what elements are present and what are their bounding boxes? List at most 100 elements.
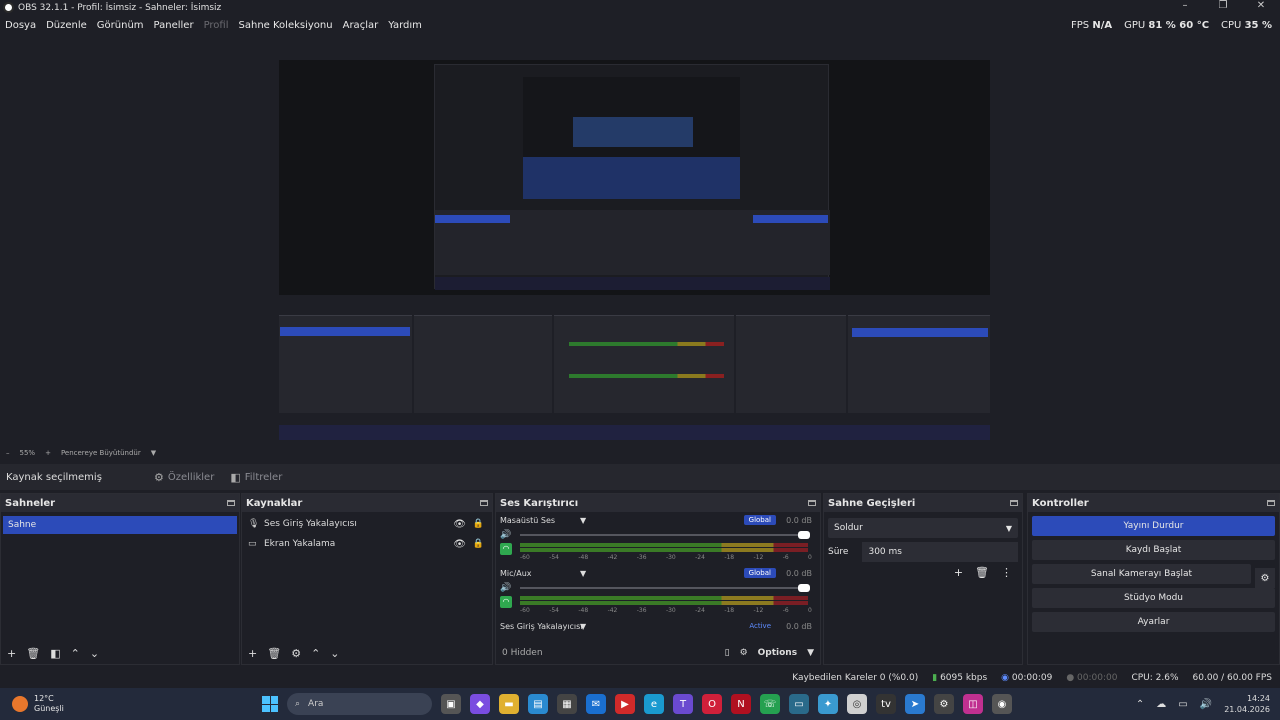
- volume-knob[interactable]: [798, 584, 810, 592]
- move-up-icon[interactable]: ⌃: [71, 647, 80, 660]
- filters-button[interactable]: ◧ Filtreler: [222, 467, 290, 487]
- file-explorer-icon[interactable]: ▬: [499, 694, 519, 714]
- terminal-icon[interactable]: ▭: [789, 694, 809, 714]
- edge-icon[interactable]: e: [644, 694, 664, 714]
- onedrive-icon[interactable]: ☁: [1156, 699, 1166, 710]
- zoom-dropdown-icon[interactable]: ▼: [151, 449, 156, 457]
- settings-button[interactable]: Ayarlar: [1032, 612, 1275, 632]
- zoom-in-button[interactable]: +: [45, 449, 51, 457]
- maximize-button[interactable]: ❐: [1204, 0, 1242, 11]
- menu-tools[interactable]: Araçlar: [338, 20, 384, 31]
- mail-icon[interactable]: ✉: [586, 694, 606, 714]
- menu-edit[interactable]: Düzenle: [41, 20, 92, 31]
- close-button[interactable]: ✕: [1242, 0, 1280, 11]
- whatsapp-icon[interactable]: ☏: [760, 694, 780, 714]
- visibility-eye-icon[interactable]: 👁: [453, 539, 466, 550]
- move-down-icon[interactable]: ⌄: [330, 647, 339, 660]
- windows-start-icon[interactable]: [262, 696, 278, 712]
- undock-icon[interactable]: [808, 500, 816, 506]
- instagram-icon[interactable]: ◫: [963, 694, 983, 714]
- weather-widget[interactable]: 12°C Güneşli: [12, 694, 64, 714]
- telegram-icon[interactable]: ➤: [905, 694, 925, 714]
- chevron-down-icon[interactable]: ▼: [580, 569, 586, 578]
- vscode-icon[interactable]: ✦: [818, 694, 838, 714]
- store-icon[interactable]: ▤: [528, 694, 548, 714]
- remove-source-icon[interactable]: 🗑: [267, 647, 281, 660]
- calculator-icon[interactable]: ▦: [557, 694, 577, 714]
- taskbar-search[interactable]: ⌕ Ara: [287, 693, 432, 715]
- zoom-fit-select[interactable]: Pencereye Büyütündür: [61, 449, 141, 457]
- menu-file[interactable]: Dosya: [0, 20, 41, 31]
- taskbar-clock[interactable]: 14:24 21.04.2026: [1224, 693, 1270, 715]
- source-item-screen-capture[interactable]: ▭ Ekran Yakalama 👁 🔒: [242, 534, 492, 554]
- remove-scene-icon[interactable]: 🗑: [26, 647, 40, 660]
- copilot-icon[interactable]: ◆: [470, 694, 490, 714]
- transition-select[interactable]: Soldur ▼: [828, 518, 1018, 538]
- headphones-icon[interactable]: ◠: [500, 596, 512, 608]
- move-down-icon[interactable]: ⌄: [90, 647, 99, 660]
- volume-knob[interactable]: [798, 531, 810, 539]
- start-recording-button[interactable]: Kaydı Başlat: [1032, 540, 1275, 560]
- undock-icon[interactable]: [1267, 500, 1275, 506]
- source-properties-icon[interactable]: ⚙: [291, 647, 301, 660]
- add-source-icon[interactable]: +: [248, 647, 257, 660]
- volume-track[interactable]: [520, 587, 808, 589]
- gear-icon[interactable]: ⚙: [1255, 568, 1275, 588]
- studio-mode-button[interactable]: Stüdyo Modu: [1032, 588, 1275, 608]
- scene-filters-icon[interactable]: ◧: [50, 647, 60, 660]
- chrome-icon[interactable]: ◎: [847, 694, 867, 714]
- menu-docks[interactable]: Paneller: [149, 20, 199, 31]
- settings-icon[interactable]: ⚙: [934, 694, 954, 714]
- stop-stream-button[interactable]: Yayını Durdur: [1032, 516, 1275, 536]
- mixer-layout-icon[interactable]: ▯: [725, 648, 730, 658]
- menu-scene-collection[interactable]: Sahne Koleksiyonu: [234, 20, 338, 31]
- add-scene-icon[interactable]: +: [7, 647, 16, 660]
- tray-overflow-icon[interactable]: ⌃: [1136, 699, 1144, 710]
- virtual-camera-button[interactable]: Sanal Kamerayı Başlat: [1032, 564, 1251, 584]
- zoom-out-button[interactable]: –: [6, 449, 10, 457]
- scene-item[interactable]: Sahne: [3, 516, 237, 534]
- obs-taskbar-icon[interactable]: ◉: [992, 694, 1012, 714]
- minimize-button[interactable]: –: [1166, 0, 1204, 11]
- preview-canvas[interactable]: [279, 40, 990, 440]
- more-options-icon[interactable]: ⋮: [1001, 566, 1012, 579]
- nested-sources-dock: [414, 315, 552, 413]
- task-view-icon[interactable]: ▣: [441, 694, 461, 714]
- chevron-down-icon[interactable]: ▼: [580, 516, 586, 525]
- mixer-settings-icon[interactable]: ⚙: [740, 648, 748, 658]
- move-up-icon[interactable]: ⌃: [311, 647, 320, 660]
- properties-button[interactable]: ⚙ Özellikler: [146, 467, 222, 487]
- teams-icon[interactable]: T: [673, 694, 693, 714]
- netflix-icon[interactable]: N: [731, 694, 751, 714]
- lock-icon[interactable]: 🔒: [473, 539, 484, 549]
- speaker-icon[interactable]: 🔊: [500, 530, 514, 540]
- youtube-icon[interactable]: ▶: [615, 694, 635, 714]
- menu-profile[interactable]: Profil: [199, 20, 234, 31]
- undock-icon[interactable]: [1010, 500, 1018, 506]
- volume-slider[interactable]: 🔊: [500, 528, 816, 542]
- chevron-down-icon[interactable]: ▼: [580, 622, 586, 631]
- menu-view[interactable]: Görünüm: [92, 20, 149, 31]
- add-transition-icon[interactable]: +: [954, 566, 963, 579]
- microphone-icon: 🎙: [248, 519, 260, 529]
- duration-input[interactable]: 300 ms: [862, 542, 1018, 562]
- volume-track[interactable]: [520, 534, 808, 536]
- source-item-audio-input[interactable]: 🎙 Ses Giriş Yakalayıcısı 👁 🔒: [242, 514, 492, 534]
- network-icon[interactable]: ▭: [1178, 699, 1187, 710]
- headphones-icon[interactable]: ◠: [500, 543, 512, 555]
- remove-transition-icon[interactable]: 🗑: [975, 566, 989, 579]
- speaker-icon[interactable]: 🔊: [500, 583, 514, 593]
- preview-area[interactable]: [0, 35, 1280, 445]
- opera-icon[interactable]: O: [702, 694, 722, 714]
- volume-icon[interactable]: 🔊: [1200, 699, 1212, 710]
- volume-slider[interactable]: 🔊: [500, 581, 816, 595]
- menu-help[interactable]: Yardım: [383, 20, 427, 31]
- chevron-down-icon[interactable]: ▼: [807, 648, 814, 658]
- lock-icon[interactable]: 🔒: [473, 519, 484, 529]
- tv-icon[interactable]: tv: [876, 694, 896, 714]
- undock-icon[interactable]: [480, 500, 488, 506]
- options-button[interactable]: Options: [758, 648, 797, 658]
- visibility-eye-icon[interactable]: 👁: [453, 519, 466, 530]
- hidden-count[interactable]: 0 Hidden: [502, 648, 543, 658]
- undock-icon[interactable]: [227, 500, 235, 506]
